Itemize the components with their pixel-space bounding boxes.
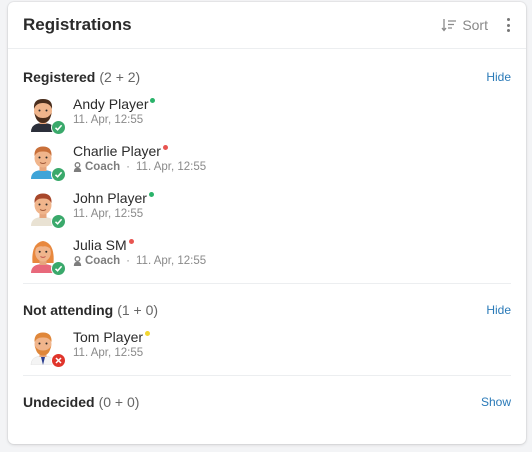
role-label: Coach <box>73 161 120 173</box>
registration-date: 11. Apr, 12:55 <box>73 347 144 359</box>
section-count: (0 + 0) <box>98 394 140 410</box>
section-header: Registered (2 + 2) Hide <box>23 66 511 88</box>
player-name: Charlie Player <box>73 143 161 159</box>
hide-not-attending-link[interactable]: Hide <box>486 303 511 317</box>
player-info: Tom Player 11. Apr, 12:55 <box>73 329 151 359</box>
avatar <box>28 190 66 229</box>
role-text: Coach <box>85 161 121 173</box>
player-name: Andy Player <box>73 96 149 112</box>
player-name: Tom Player <box>73 329 144 345</box>
list-item[interactable]: Tom Player 11. Apr, 12:55 <box>23 328 511 375</box>
divider <box>23 375 511 376</box>
status-dot <box>148 192 154 197</box>
sort-icon <box>441 19 457 32</box>
avatar <box>28 329 66 368</box>
section-title: Not attending <box>23 302 114 318</box>
status-dot <box>145 331 151 336</box>
checkmark-icon <box>51 167 66 182</box>
more-vertical-icon[interactable] <box>504 18 512 32</box>
x-icon <box>51 353 66 368</box>
show-undecided-link[interactable]: Show <box>481 395 511 409</box>
section-count: (1 + 0) <box>117 302 159 318</box>
list-item[interactable]: Charlie Player Coach · 11. Apr, 12:55 <box>23 142 511 189</box>
card-title: Registrations <box>23 15 132 34</box>
coach-icon <box>73 162 82 172</box>
meta-separator: · <box>126 255 130 267</box>
list-item[interactable]: Andy Player 11. Apr, 12:55 <box>23 95 511 142</box>
checkmark-icon <box>51 214 66 229</box>
meta-separator: · <box>126 161 130 173</box>
registered-section: Registered (2 + 2) Hide Andy Player 11. … <box>8 66 526 283</box>
section-count: (2 + 2) <box>99 69 141 85</box>
registration-date: 11. Apr, 12:55 <box>136 161 207 173</box>
player-info: Charlie Player Coach · 11. Apr, 12:55 <box>73 143 206 173</box>
card-header: Registrations Sort <box>8 2 526 49</box>
sort-button[interactable]: Sort <box>441 17 488 33</box>
checkmark-icon <box>51 261 66 276</box>
section-header: Not attending (1 + 0) Hide <box>23 299 511 321</box>
status-dot <box>150 98 156 103</box>
player-name: John Player <box>73 190 147 206</box>
list-item[interactable]: John Player 11. Apr, 12:55 <box>23 189 511 236</box>
sort-label: Sort <box>462 17 488 33</box>
player-info: Andy Player 11. Apr, 12:55 <box>73 96 156 126</box>
coach-icon <box>73 256 82 266</box>
status-dot <box>128 239 134 244</box>
divider <box>23 283 511 284</box>
status-dot <box>162 145 168 150</box>
player-info: John Player 11. Apr, 12:55 <box>73 190 154 220</box>
player-name: Julia SM <box>73 237 127 253</box>
undecided-section: Undecided (0 + 0) Show <box>8 391 526 413</box>
role-text: Coach <box>85 255 121 267</box>
not-attending-section: Not attending (1 + 0) Hide Tom Player 11… <box>8 299 526 375</box>
registration-date: 11. Apr, 12:55 <box>73 208 144 220</box>
avatar <box>28 96 66 135</box>
role-label: Coach <box>73 255 120 267</box>
avatar <box>28 143 66 182</box>
section-header: Undecided (0 + 0) Show <box>23 391 511 413</box>
hide-registered-link[interactable]: Hide <box>486 70 511 84</box>
registrations-card: Registrations Sort Registered (2 + 2) Hi… <box>8 2 526 444</box>
section-title: Undecided <box>23 394 95 410</box>
registration-date: 11. Apr, 12:55 <box>136 255 207 267</box>
avatar <box>28 237 66 276</box>
section-title: Registered <box>23 69 96 85</box>
list-item[interactable]: Julia SM Coach · 11. Apr, 12:55 <box>23 236 511 283</box>
player-info: Julia SM Coach · 11. Apr, 12:55 <box>73 237 206 267</box>
registration-date: 11. Apr, 12:55 <box>73 114 144 126</box>
checkmark-icon <box>51 120 66 135</box>
